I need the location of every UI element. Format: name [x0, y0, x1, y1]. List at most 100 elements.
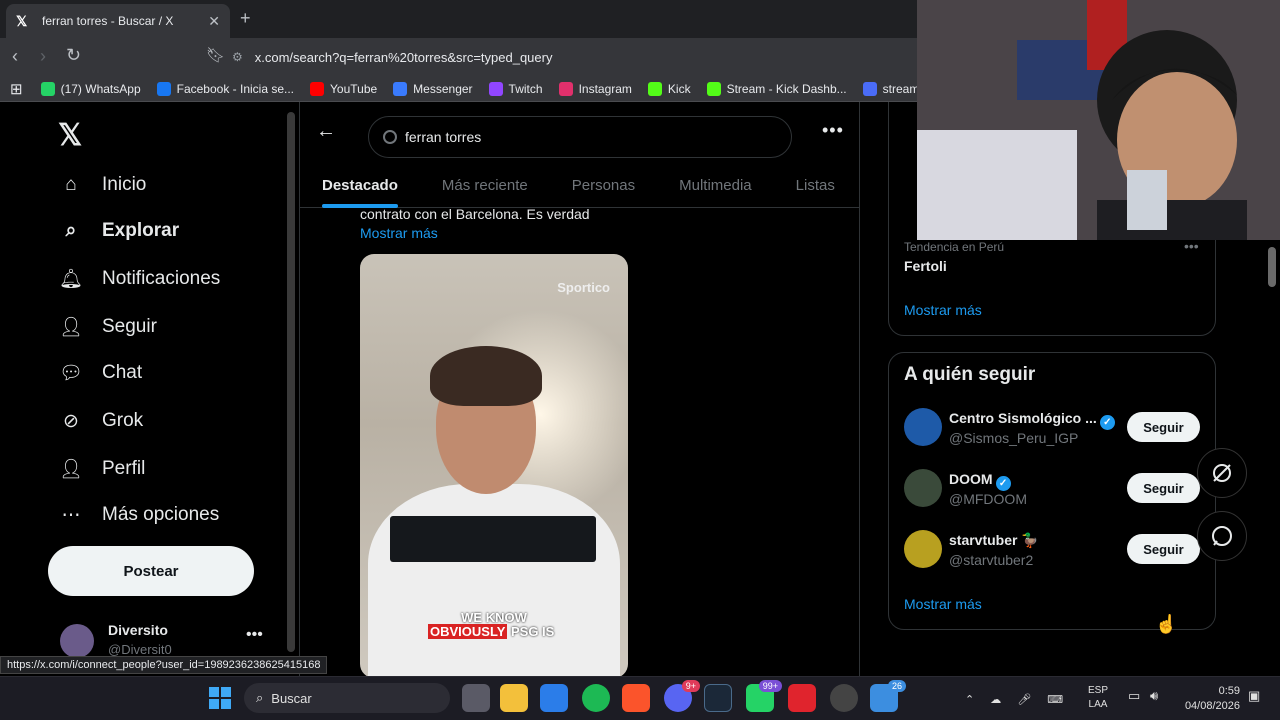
bookmark-item[interactable]: Facebook - Inicia se... [156, 81, 295, 96]
search-icon: ⌕ [256, 690, 264, 705]
chevron-up-icon[interactable]: ⌃ [965, 693, 974, 706]
verified-badge-icon: ✓ [1099, 415, 1115, 430]
network-icon[interactable]: ▭ [1128, 688, 1140, 704]
follow-suggestion[interactable]: DOOM ✓ @MFDOOM Seguir [904, 467, 1204, 511]
follow-button[interactable]: Seguir [1127, 412, 1200, 442]
xbox-icon[interactable] [830, 684, 858, 712]
language-indicator[interactable]: ESP LAA [1088, 684, 1108, 712]
notification-icon[interactable]: ▣ [1248, 688, 1260, 704]
x-favicon-icon: 𝕏 [16, 13, 28, 29]
avatar [60, 624, 94, 658]
site-info-icon[interactable]: ⚙ [232, 50, 243, 64]
show-more-link[interactable]: Mostrar más [360, 225, 438, 241]
x-logo-icon[interactable]: 𝕏 [58, 118, 82, 153]
account-name: starvtuber 🦆 [949, 532, 1039, 548]
volume-icon[interactable]: 🔊︎ [1150, 688, 1158, 704]
search-options-icon[interactable]: ••• [822, 120, 844, 141]
nav-item-label: Notificaciones [102, 268, 221, 289]
nav-item-perfil[interactable]: 👤︎ Perfil [58, 456, 145, 482]
more-dots-icon[interactable]: ••• [246, 626, 263, 644]
video-caption-2: OBVIOUSLY PSG IS [428, 624, 555, 639]
chat-fab-icon[interactable] [1197, 511, 1247, 561]
bookmark-label: Stream - Kick Dashb... [726, 81, 847, 96]
follow-button[interactable]: Seguir [1127, 534, 1200, 564]
close-tab-icon[interactable]: ✕ [208, 13, 220, 30]
tab-listas[interactable]: Listas [774, 162, 857, 208]
add-person-icon: 👤︎ [58, 317, 84, 338]
spotify-icon[interactable] [582, 684, 610, 712]
page-scrollbar[interactable] [1268, 247, 1276, 287]
nav-item-inicio[interactable]: ⌂ Inicio [58, 172, 146, 198]
apps-icon[interactable]: ⊞ [10, 80, 23, 98]
bookmark-item[interactable]: YouTube [310, 81, 377, 96]
post-button[interactable]: Postear [48, 546, 254, 596]
tab-destacado[interactable]: Destacado [300, 162, 420, 208]
trend-meta: Tendencia en Perú [904, 240, 1005, 254]
bookmark-item[interactable]: Messenger [393, 81, 473, 96]
search-input[interactable]: ferran torres [368, 116, 792, 158]
tweet-video[interactable]: Sportico WE KNOW OBVIOUSLY PSG IS [360, 254, 628, 676]
bookmark-item[interactable]: Instagram [558, 81, 632, 96]
forward-icon[interactable]: › [40, 46, 46, 67]
mouse-cursor-icon: ☝ [1155, 614, 1178, 634]
bookmark-item[interactable]: Kick [647, 81, 691, 96]
whatsapp-icon[interactable]: 99+ [746, 680, 782, 712]
discord-icon[interactable]: 9+ [664, 680, 700, 712]
nav-item-label: Explorar [102, 220, 180, 241]
browser-tab[interactable]: 𝕏 ferran torres - Buscar / X ✕ [6, 4, 230, 38]
scrollbar[interactable] [287, 112, 295, 652]
bookmark-item[interactable]: (17) WhatsApp [40, 81, 141, 96]
microphone-icon[interactable]: 🎤︎ [1017, 693, 1031, 706]
tab-más-reciente[interactable]: Más reciente [420, 162, 550, 208]
avatar[interactable] [904, 530, 942, 568]
bookmark-item[interactable]: Twitch [488, 81, 543, 96]
clock[interactable]: 0:59 04/08/2026 [1180, 684, 1240, 714]
bookmark-favicon-icon [393, 81, 408, 96]
brave-icon[interactable] [622, 684, 650, 712]
tab-personas[interactable]: Personas [550, 162, 657, 208]
trends-show-more[interactable]: Mostrar más [904, 302, 982, 318]
avatar[interactable] [904, 408, 942, 446]
back-icon[interactable]: ‹ [12, 46, 18, 67]
folder-icon[interactable] [500, 684, 528, 712]
account-switcher[interactable]: Diversito @Diversit0 ••• [60, 620, 270, 660]
calendar-badge: 26 [887, 680, 906, 692]
nav-item-notificaciones[interactable]: 🔔︎ Notificaciones [58, 266, 220, 292]
calendar-icon[interactable]: 26 [870, 680, 906, 712]
nav-item-seguir[interactable]: 👤︎ Seguir [58, 314, 157, 340]
trend-more-icon[interactable]: ••• [1184, 238, 1199, 254]
follow-suggestion[interactable]: starvtuber 🦆 @starvtuber2 Seguir [904, 528, 1204, 572]
who-to-follow-show-more[interactable]: Mostrar más [904, 596, 982, 612]
store-icon[interactable] [540, 684, 568, 712]
bookmark-label: Facebook - Inicia se... [176, 81, 295, 96]
keyboard-icon[interactable]: ⌨ [1047, 693, 1063, 706]
bookmark-icon[interactable]: 🔖︎ [206, 46, 225, 64]
game-icon[interactable] [788, 684, 816, 712]
nav-item-chat[interactable]: 💬︎ Chat [58, 360, 142, 386]
address-bar[interactable]: ⚙ x.com/search?q=ferran%20torres&src=typ… [232, 44, 932, 70]
windows-start-icon[interactable] [208, 686, 232, 710]
bookmark-favicon-icon [310, 81, 325, 96]
back-arrow-icon[interactable]: ← [316, 120, 336, 143]
file-explorer-icon[interactable] [462, 684, 490, 712]
taskbar-search[interactable]: ⌕ Buscar [244, 683, 450, 713]
steam-icon[interactable] [704, 684, 732, 712]
avatar[interactable] [904, 469, 942, 507]
nav-item-grok[interactable]: ⊘ Grok [58, 408, 143, 434]
follow-suggestion[interactable]: Centro Sismológico ... ✓ @Sismos_Peru_IGP S… [904, 406, 1204, 450]
trend-name[interactable]: Fertoli [904, 258, 947, 274]
nav-item-más-opciones[interactable]: ⋯ Más opciones [58, 502, 220, 528]
bookmark-label: Messenger [413, 81, 473, 96]
cloud-icon[interactable]: ☁ [990, 693, 1001, 706]
webcam-scene [917, 0, 1280, 240]
follow-button[interactable]: Seguir [1127, 473, 1200, 503]
bookmark-item[interactable]: Stream - Kick Dashb... [706, 81, 847, 96]
nav-item-label: Inicio [102, 174, 147, 195]
profile-name: Diversito [108, 622, 168, 638]
nav-item-explorar[interactable]: ⌕ Explorar [58, 218, 179, 244]
new-tab-icon[interactable]: + [240, 8, 251, 29]
tab-multimedia[interactable]: Multimedia [657, 162, 774, 208]
bookmark-favicon-icon [862, 81, 877, 96]
reload-icon[interactable]: ↻ [66, 45, 81, 66]
grok-fab-icon[interactable] [1197, 448, 1247, 498]
